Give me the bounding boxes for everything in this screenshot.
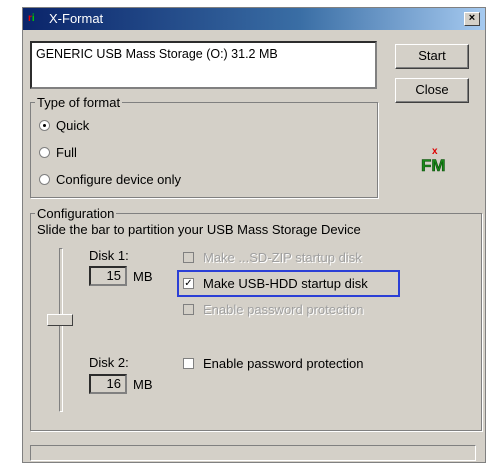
disk2-size-field: 16 (89, 374, 127, 394)
radio-full[interactable]: Full (39, 145, 77, 160)
radio-quick[interactable]: Quick (39, 118, 89, 133)
fm-logo-icon: x FM (421, 143, 455, 177)
type-of-format-label: Type of format (35, 95, 123, 110)
checkbox-box (183, 358, 194, 369)
check-mark-icon: ✓ (183, 278, 194, 289)
zip-startup-checkbox[interactable]: Make ...SD-ZIP startup disk (183, 250, 362, 265)
device-item[interactable]: GENERIC USB Mass Storage (O:) 31.2 MB (36, 47, 278, 61)
radio-icon (39, 147, 50, 158)
svg-text:FM: FM (421, 156, 446, 175)
disk1-label: Disk 1: (89, 248, 129, 263)
x-format-window: ri X-Format × GENERIC USB Mass Storage (… (22, 7, 486, 463)
close-icon[interactable]: × (464, 12, 480, 26)
partition-slider-handle[interactable] (47, 314, 73, 326)
password-protection-disabled-label: Enable password protection (203, 302, 364, 317)
configuration-group (30, 213, 482, 431)
checkbox-box (183, 252, 194, 263)
window-title: X-Format (49, 11, 104, 26)
password-protection-label: Enable password protection (203, 356, 364, 371)
app-icon: ri (28, 13, 35, 24)
disk2-unit: MB (133, 377, 153, 392)
title-bar[interactable]: ri X-Format × (23, 8, 485, 30)
device-list[interactable]: GENERIC USB Mass Storage (O:) 31.2 MB (30, 41, 377, 89)
password-protection-disabled-checkbox[interactable]: Enable password protection (183, 302, 363, 317)
disk2-label: Disk 2: (89, 355, 129, 370)
radio-configure-label: Configure device only (56, 172, 182, 187)
configuration-label: Configuration (35, 206, 117, 221)
radio-icon (39, 174, 50, 185)
radio-selected-icon (39, 120, 50, 131)
disk1-size-field: 15 (89, 266, 127, 286)
status-bar (30, 445, 476, 461)
radio-full-label: Full (56, 145, 77, 160)
password-protection-checkbox[interactable]: Enable password protection (183, 356, 363, 371)
checkbox-box (183, 304, 194, 315)
zip-startup-label: Make ...SD-ZIP startup disk (203, 250, 362, 265)
usb-hdd-startup-checkbox[interactable]: ✓ Make USB-HDD startup disk (183, 276, 368, 291)
usb-hdd-startup-label: Make USB-HDD startup disk (203, 276, 368, 291)
configuration-hint: Slide the bar to partition your USB Mass… (37, 222, 361, 237)
start-button[interactable]: Start (395, 44, 469, 69)
close-button[interactable]: Close (395, 78, 469, 103)
radio-configure-only[interactable]: Configure device only (39, 172, 181, 187)
partition-slider-track[interactable] (59, 248, 63, 412)
disk1-unit: MB (133, 269, 153, 284)
radio-quick-label: Quick (56, 118, 90, 133)
